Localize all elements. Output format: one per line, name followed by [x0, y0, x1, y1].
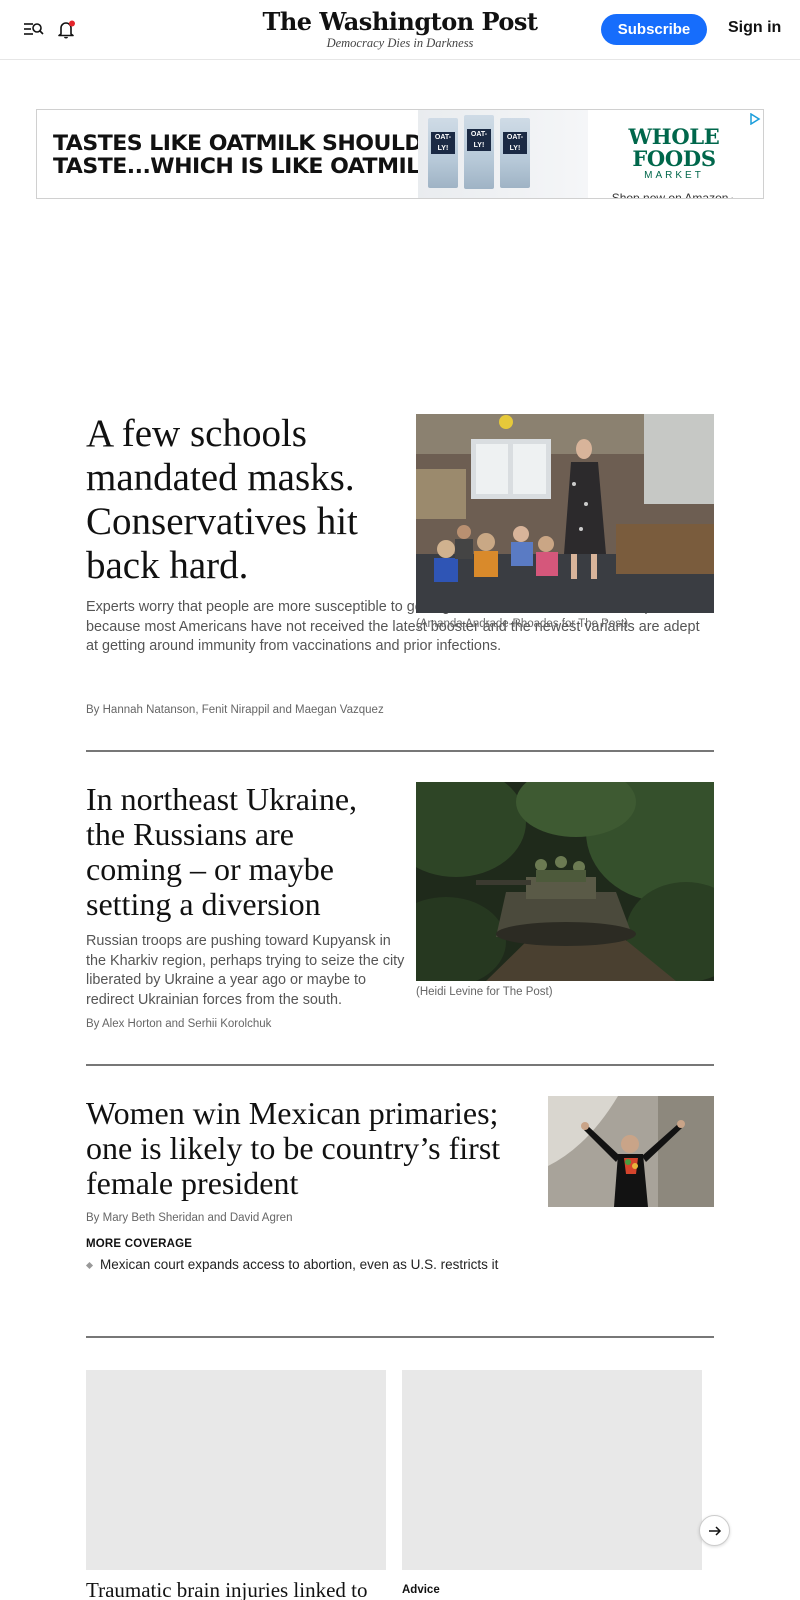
carousel-card-kicker[interactable]: Advice — [402, 1584, 440, 1596]
carousel-card-headline[interactable]: Traumatic brain injuries linked to — [86, 1578, 386, 1600]
story-headline[interactable]: In northeast Ukraine, the Russians are c… — [86, 782, 396, 922]
ad-headline: TASTES LIKE OATMILK SHOULD TASTE...WHICH… — [53, 131, 445, 178]
arrow-right-icon[interactable] — [699, 1515, 730, 1546]
photo-caption: (Heidi Levine for The Post) — [416, 986, 553, 998]
story-byline[interactable]: By Hannah Natanson, Fenit Nirappil and M… — [86, 704, 384, 716]
story-headline[interactable]: A few schools mandated masks. Conservati… — [86, 412, 396, 588]
photo-caption: (Amanda Andrade-Rhoades for The Post) — [416, 618, 629, 630]
carousel-card-image[interactable] — [402, 1370, 702, 1570]
story-blurb: Russian troops are pushing toward Kupyan… — [86, 933, 405, 1008]
ad-brand[interactable]: WHOLE FOODS MARKET Shop now on Amazon ▸ — [589, 126, 759, 199]
story-byline[interactable]: By Alex Horton and Serhii Korolchuk — [86, 1018, 271, 1030]
section-divider — [86, 1064, 714, 1066]
section-divider — [86, 1336, 714, 1338]
more-coverage-link[interactable]: Mexican court expands access to abortion… — [86, 1257, 498, 1272]
site-header: The Washington Post Democracy Dies in Da… — [0, 0, 800, 60]
ad-product-image: OAT-LY! OAT-LY! OAT-LY! — [418, 110, 588, 198]
ad-brand-subtitle: MARKET — [644, 170, 704, 181]
subscribe-button[interactable]: Subscribe — [601, 14, 707, 45]
story-photo[interactable] — [416, 782, 714, 981]
story-headline[interactable]: Women win Mexican primaries; one is like… — [86, 1096, 526, 1201]
carousel-card-image[interactable] — [86, 1370, 386, 1570]
story-photo[interactable] — [416, 414, 714, 613]
story-photo[interactable] — [548, 1096, 714, 1207]
section-divider — [86, 750, 714, 752]
ad-brand-name: WHOLE FOODS — [628, 124, 720, 171]
story-byline[interactable]: By Mary Beth Sheridan and David Agren — [86, 1212, 292, 1224]
ad-choices-icon[interactable] — [749, 112, 761, 126]
sign-in-link[interactable]: Sign in — [728, 19, 781, 37]
ad-cta[interactable]: Shop now on Amazon ▸ — [589, 191, 759, 198]
advertisement-banner[interactable]: TASTES LIKE OATMILK SHOULD TASTE...WHICH… — [36, 109, 764, 199]
more-coverage-label: MORE COVERAGE — [86, 1238, 193, 1250]
